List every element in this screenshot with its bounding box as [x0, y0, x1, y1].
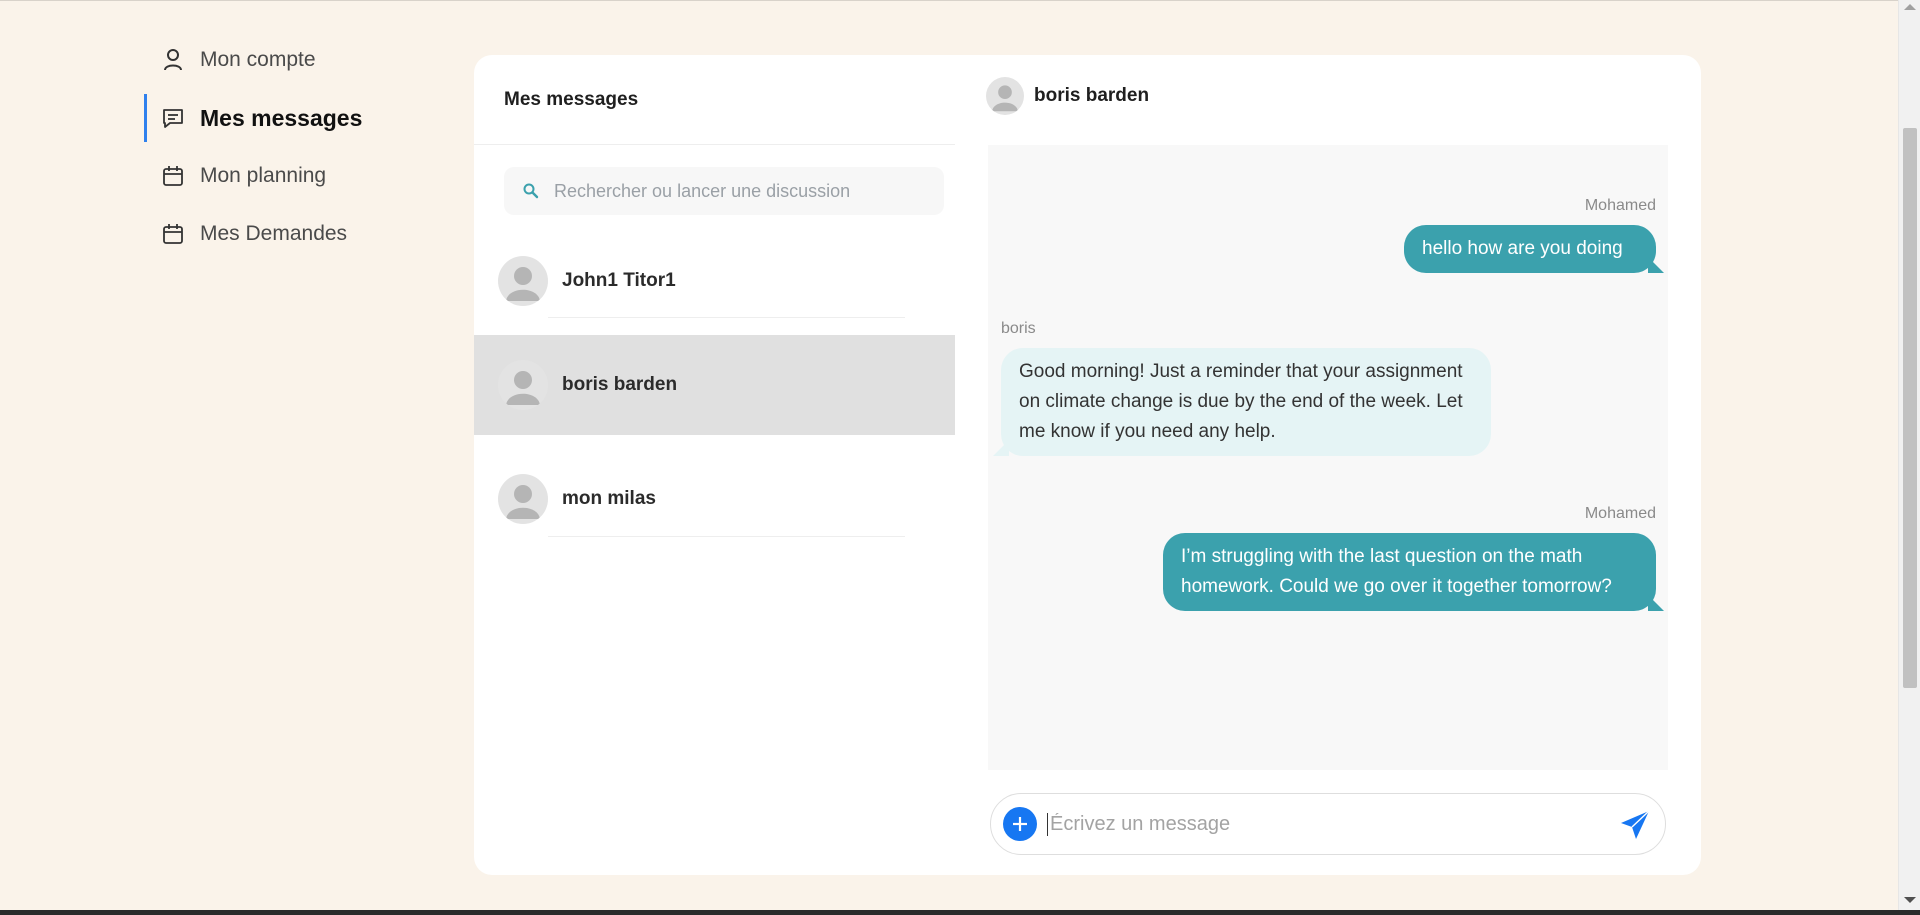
avatar [986, 77, 1024, 115]
conversation-name: John1 Titor1 [562, 270, 676, 291]
message-input[interactable] [1047, 812, 1597, 836]
sidebar-nav: Mon compte Mes messages Mon planning Mes… [144, 36, 444, 268]
avatar [498, 360, 548, 410]
sidebar-item-mon-compte[interactable]: Mon compte [144, 36, 444, 84]
sidebar-item-mes-demandes[interactable]: Mes Demandes [144, 210, 444, 258]
sidebar-item-label: Mon compte [200, 48, 316, 71]
conversation-name: mon milas [562, 488, 656, 509]
message-sender: boris [1001, 320, 1036, 337]
send-button[interactable] [1619, 809, 1651, 841]
conversation-item[interactable]: mon milas [474, 461, 955, 537]
window-top-border [0, 0, 1920, 1]
avatar [498, 474, 548, 524]
message-composer [990, 793, 1666, 855]
chat-contact-name: boris barden [1034, 85, 1150, 106]
messages-card: Mes messages John1 Titor1 boris bar [474, 55, 1701, 875]
divider [548, 536, 905, 537]
conversation-item-selected[interactable]: boris barden [474, 335, 955, 435]
conversation-list-title: Mes messages [504, 89, 639, 110]
scroll-down-icon[interactable] [1904, 897, 1916, 903]
message-icon [160, 105, 186, 131]
scrollbar-thumb[interactable] [1903, 128, 1917, 688]
search-input[interactable] [554, 180, 934, 202]
chat-header: boris barden [986, 77, 1149, 115]
sidebar-item-label: Mes messages [200, 104, 363, 131]
conversation-search[interactable] [504, 167, 944, 215]
divider [548, 317, 905, 318]
add-attachment-button[interactable] [1003, 807, 1037, 841]
message-bubble-outgoing: hello how are you doing [1404, 225, 1656, 273]
search-icon [522, 182, 540, 200]
message-thread: Mohamed hello how are you doing boris Go… [988, 145, 1668, 770]
divider [474, 144, 955, 145]
sidebar-item-mes-messages[interactable]: Mes messages [144, 94, 444, 142]
sidebar-item-mon-planning[interactable]: Mon planning [144, 152, 444, 200]
conversation-item[interactable]: John1 Titor1 [474, 244, 955, 318]
message-bubble-outgoing: I’m struggling with the last question on… [1163, 533, 1656, 611]
conversation-name: boris barden [562, 374, 678, 395]
sidebar-item-label: Mes Demandes [200, 222, 348, 245]
message-bubble-incoming: Good morning! Just a reminder that your … [1001, 348, 1491, 456]
scroll-up-icon[interactable] [1904, 4, 1916, 10]
window-bottom-border [0, 910, 1920, 915]
calendar-icon [160, 163, 186, 189]
message-sender: Mohamed [1584, 197, 1656, 214]
user-icon [160, 47, 186, 73]
message-sender: Mohamed [1584, 505, 1656, 522]
calendar-icon [160, 221, 186, 247]
page-scrollbar[interactable] [1898, 0, 1920, 910]
send-icon [1621, 810, 1650, 839]
plus-icon [1013, 817, 1027, 831]
sidebar-item-label: Mon planning [200, 164, 327, 187]
avatar [498, 256, 548, 306]
